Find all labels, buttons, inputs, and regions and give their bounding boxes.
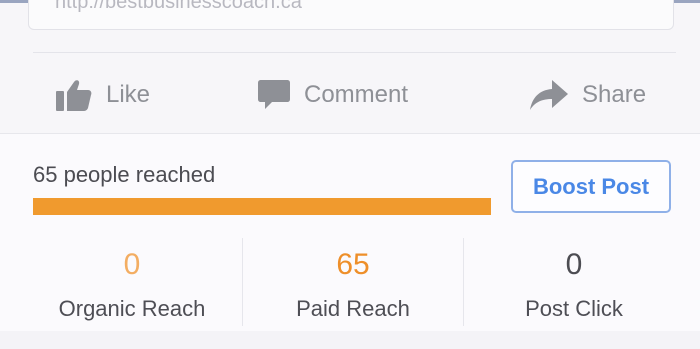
like-button[interactable]: Like [56,70,150,120]
share-label: Share [582,81,647,108]
stat-post-click[interactable]: 0 Post Click [464,238,684,326]
stat-organic-reach[interactable]: 0 Organic Reach [22,238,242,326]
link-url[interactable]: http://bestbusinesscoach.ca [55,0,302,14]
comment-button[interactable]: Comment [258,70,408,120]
stat-paid-reach[interactable]: 65 Paid Reach [243,238,463,326]
thumbs-up-icon [56,79,92,111]
stat-value: 0 [123,248,141,281]
share-arrow-icon [530,80,568,110]
people-reached-text: 65 people reached [33,162,216,187]
comment-label: Comment [304,81,409,108]
post-insights: 65 people reached Boost Post 0 Organic R… [0,134,700,349]
reach-stats: 0 Organic Reach 65 Paid Reach 0 Post Cli… [22,238,682,326]
reach-progress-fill [33,198,491,215]
post-card: http://bestbusinesscoach.ca Like Comment [0,0,700,349]
stat-label: Post Click [525,296,623,321]
stat-label: Organic Reach [58,296,206,321]
stat-value: 65 [336,248,370,281]
reach-progress-bar [33,198,491,215]
link-preview[interactable]: http://bestbusinesscoach.ca [28,0,674,30]
share-button[interactable]: Share [530,70,646,120]
speech-bubble-icon [258,80,290,110]
like-label: Like [106,81,151,108]
post-actions: Like Comment Share [0,70,700,120]
stat-label: Paid Reach [296,296,410,321]
bottom-edge [0,331,700,349]
boost-post-button[interactable]: Boost Post [511,160,671,213]
stat-value: 0 [565,248,583,281]
divider [33,52,676,53]
